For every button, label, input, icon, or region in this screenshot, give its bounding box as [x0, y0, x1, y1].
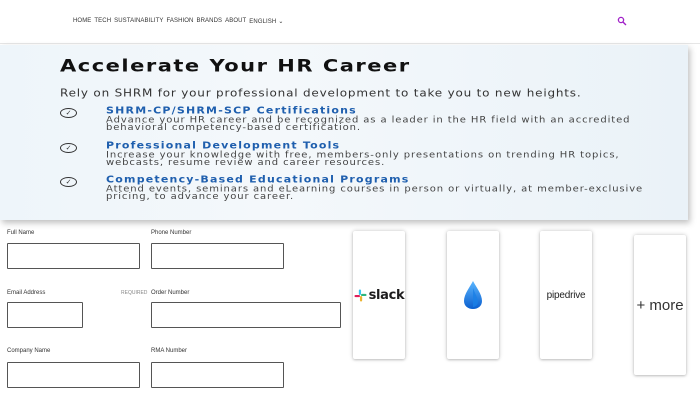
hr-career-banner: Accelerate Your HR Career Rely on SHRM f…: [0, 45, 688, 220]
check-circle-icon: ✓: [60, 143, 77, 153]
banner-title: Accelerate Your HR Career: [60, 55, 411, 76]
slack-label: slack: [368, 287, 405, 303]
banner-intro: Rely on SHRM for your professional devel…: [60, 87, 582, 100]
feature-title[interactable]: Competency-Based Educational Programs: [106, 175, 666, 184]
order-number-input[interactable]: [151, 302, 341, 328]
feature-description: Attend events, seminars and eLearning co…: [106, 184, 644, 202]
nav-item-brands[interactable]: BRANDS: [197, 18, 223, 25]
rma-number-label: RMA Number: [151, 348, 188, 354]
azure-logo-icon: [464, 281, 482, 309]
nav-item-fashion[interactable]: FASHION: [166, 18, 193, 25]
language-selector[interactable]: ENGLISH ⌄: [249, 18, 283, 25]
order-number-label: Order Number: [151, 290, 190, 296]
company-label: Company Name: [7, 348, 51, 354]
check-circle-icon: ✓: [60, 108, 77, 118]
search-icon[interactable]: [617, 16, 627, 26]
nav-item-about[interactable]: ABOUT: [225, 18, 246, 25]
rma-number-input[interactable]: [151, 362, 284, 388]
email-input[interactable]: [7, 302, 83, 328]
company-input[interactable]: [7, 362, 140, 388]
phone-label: Phone Number: [151, 230, 192, 236]
azure-integration-card[interactable]: [447, 231, 499, 359]
top-navigation-bar: HOME TECH SUSTAINABILITY FASHION BRANDS …: [0, 0, 700, 44]
chevron-down-icon: ⌄: [278, 19, 284, 25]
nav-item-sustainability[interactable]: SUSTAINABILITY: [114, 18, 163, 25]
full-name-label: Full Name: [7, 230, 35, 236]
email-label: Email Address: [7, 290, 46, 296]
pipedrive-label: pipedrive: [546, 289, 586, 301]
more-integrations-card[interactable]: + more: [634, 235, 686, 375]
more-integrations-label: + more: [636, 296, 684, 314]
feature-description: Increase your knowledge with free, membe…: [106, 150, 620, 168]
nav-item-tech[interactable]: TECH: [94, 18, 111, 25]
language-label: ENGLISH: [249, 19, 277, 25]
feature-title[interactable]: SHRM-CP/SHRM-SCP Certifications: [106, 106, 666, 115]
check-circle-icon: ✓: [60, 177, 77, 187]
feature-title[interactable]: Professional Development Tools: [106, 141, 666, 150]
phone-input[interactable]: [151, 243, 284, 269]
pipedrive-integration-card[interactable]: pipedrive: [540, 231, 592, 359]
nav-item-home[interactable]: HOME: [73, 18, 91, 25]
feature-description: Advance your HR career and be recognized…: [106, 115, 631, 133]
nav-links: HOME TECH SUSTAINABILITY FASHION BRANDS …: [73, 18, 283, 25]
slack-logo-icon: [354, 288, 367, 302]
full-name-input[interactable]: [7, 243, 140, 269]
slack-integration-card[interactable]: slack: [353, 231, 405, 359]
email-required-note: REQUIRED: [121, 290, 148, 296]
